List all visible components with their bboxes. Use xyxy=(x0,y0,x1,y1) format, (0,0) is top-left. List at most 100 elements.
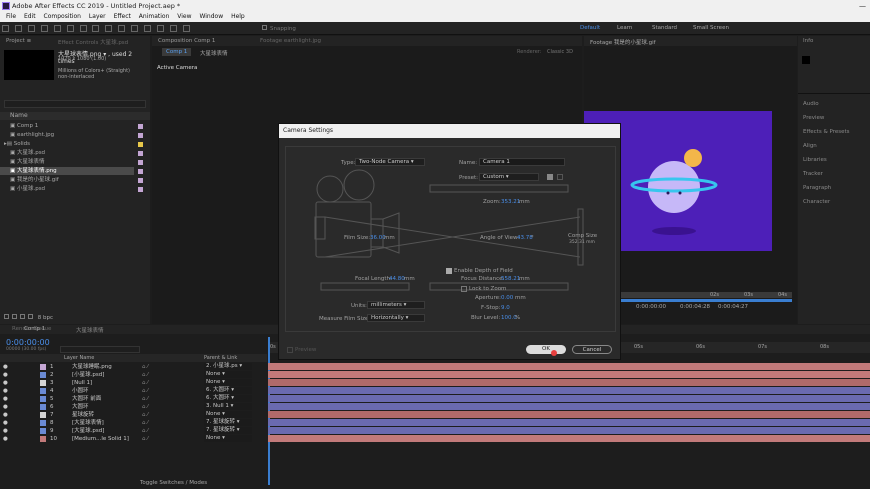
layer-name[interactable]: 大星球睡眠.png xyxy=(72,363,112,371)
layer-duration-bar[interactable] xyxy=(268,419,870,426)
footage-out-time[interactable]: 0:00:04:28 xyxy=(680,304,710,310)
project-item[interactable]: ▣ earthlight.jpg xyxy=(0,131,150,139)
layer-duration-bar[interactable] xyxy=(268,411,870,418)
layer-name[interactable]: 星球旋转 xyxy=(72,411,94,419)
toggle-switches-modes[interactable]: Toggle Switches / Modes xyxy=(140,480,207,486)
layer-switches[interactable]: ⌂ ⁄ xyxy=(142,427,148,435)
tab-timeline-comp-1[interactable]: Comp 1 xyxy=(24,326,45,332)
layer-row[interactable]: ● 2 [小星球.psd] ⌂ ⁄ None ▾ xyxy=(0,371,267,379)
layer-switches[interactable]: ⌂ ⁄ xyxy=(142,435,148,443)
measure-film-size-dropdown[interactable]: Horizontally ▾ xyxy=(367,314,425,322)
layer-duration-bar[interactable] xyxy=(268,379,870,386)
parent-dropdown[interactable]: 3. Null 1 ▾ xyxy=(204,403,252,410)
menu-view[interactable]: View xyxy=(177,13,191,20)
layer-label-color[interactable] xyxy=(40,428,46,434)
layer-switches[interactable]: ⌂ ⁄ xyxy=(142,379,148,387)
workspace-standard[interactable]: Standard xyxy=(652,25,677,31)
layer-label-color[interactable] xyxy=(40,388,46,394)
tab-effect-controls[interactable]: Effect Controls 大星球.psd xyxy=(58,38,128,46)
renderer-value[interactable]: Classic 3D xyxy=(547,49,573,55)
focal-length-value[interactable]: 44.80 xyxy=(389,276,405,282)
units-dropdown[interactable]: millimeters ▾ xyxy=(367,301,425,309)
new-comp-icon[interactable] xyxy=(20,314,25,319)
camera-tool-icon[interactable] xyxy=(66,25,74,32)
preset-dropdown[interactable]: Custom ▾ xyxy=(479,173,539,181)
layer-label-color[interactable] xyxy=(40,436,46,442)
cancel-button[interactable]: Cancel xyxy=(572,345,612,354)
label-swatch[interactable] xyxy=(138,142,143,147)
current-timecode[interactable]: 0:00:00:00 xyxy=(6,338,50,347)
project-search-input[interactable] xyxy=(4,100,146,108)
layer-switches[interactable]: ⌂ ⁄ xyxy=(142,419,148,427)
layer-duration-bar[interactable] xyxy=(268,395,870,402)
dof-checkbox[interactable] xyxy=(446,268,452,274)
layer-name-header[interactable]: Layer Name xyxy=(64,355,94,361)
menu-composition[interactable]: Composition xyxy=(44,13,81,20)
layer-row[interactable]: ● 5 大圆环 前面 ⌂ ⁄ 6. 大圆环 ▾ xyxy=(0,395,267,403)
parent-dropdown[interactable]: 7. 星球旋转 ▾ xyxy=(204,419,252,426)
hand-tool-icon[interactable] xyxy=(27,25,35,32)
tab-info[interactable]: Info xyxy=(803,38,813,44)
parent-link-header[interactable]: Parent & Link xyxy=(204,355,237,361)
project-item[interactable]: ▣ 小星球.psd xyxy=(0,185,150,193)
bpc-label[interactable]: 8 bpc xyxy=(38,315,53,321)
layer-name[interactable]: 大圆环 xyxy=(72,403,89,411)
footage-work-area[interactable] xyxy=(620,299,792,302)
save-preset-icon[interactable] xyxy=(547,174,553,180)
footage-duration[interactable]: 0:00:04:27 xyxy=(718,304,748,310)
layer-name[interactable]: [大星球表情] xyxy=(72,419,104,427)
fstop-value[interactable]: 9.0 xyxy=(501,305,510,311)
layer-label-color[interactable] xyxy=(40,372,46,378)
visibility-eye-icon[interactable]: ● xyxy=(3,403,8,411)
project-item[interactable]: ▣ 大星球表情 xyxy=(0,158,150,166)
label-swatch[interactable] xyxy=(138,133,143,138)
project-item[interactable]: ▣ 我是的小星球.gif xyxy=(0,176,150,184)
layer-label-color[interactable] xyxy=(40,380,46,386)
parent-dropdown[interactable]: None ▾ xyxy=(204,435,252,442)
layer-label-color[interactable] xyxy=(40,364,46,370)
parent-dropdown[interactable]: 2. 小星球.ps ▾ xyxy=(204,363,252,370)
zoom-tool-icon[interactable] xyxy=(40,25,48,32)
tab-project[interactable]: Project ≡ xyxy=(6,38,31,44)
camera-name-input[interactable]: Camera 1 xyxy=(479,158,565,166)
menu-layer[interactable]: Layer xyxy=(89,13,106,20)
parent-dropdown[interactable]: None ▾ xyxy=(204,371,252,378)
layer-switches[interactable]: ⌂ ⁄ xyxy=(142,411,148,419)
visibility-eye-icon[interactable]: ● xyxy=(3,435,8,443)
preview-checkbox[interactable] xyxy=(287,347,293,353)
type-tool-icon[interactable] xyxy=(118,25,126,32)
project-item[interactable]: ▸▤ Solids xyxy=(0,140,150,148)
tab-footage-gif[interactable]: Footage 我是的小星球.gif xyxy=(590,38,656,46)
ok-button[interactable]: OK xyxy=(526,345,566,354)
layer-duration-bar[interactable] xyxy=(268,403,870,410)
menu-help[interactable]: Help xyxy=(231,13,245,20)
interpret-footage-icon[interactable] xyxy=(4,314,9,319)
layer-name[interactable]: 大圆环 前面 xyxy=(72,395,101,403)
panel-libraries[interactable]: Libraries xyxy=(803,157,827,163)
parent-dropdown[interactable]: 6. 大圆环 ▾ xyxy=(204,387,252,394)
layer-name[interactable]: [Null 1] xyxy=(72,379,92,387)
mask-tool-icon[interactable] xyxy=(92,25,100,32)
puppet-tool-icon[interactable] xyxy=(182,25,190,32)
label-swatch[interactable] xyxy=(138,124,143,129)
visibility-eye-icon[interactable]: ● xyxy=(3,371,8,379)
layer-duration-bar[interactable] xyxy=(268,435,870,442)
layer-name[interactable]: [小星球.psd] xyxy=(72,371,104,379)
parent-dropdown[interactable]: 7. 星球旋转 ▾ xyxy=(204,427,252,434)
layer-name[interactable]: [大星球.psd] xyxy=(72,427,104,435)
subtab-comp-1[interactable]: Comp 1 xyxy=(162,48,192,56)
layer-duration-bar[interactable] xyxy=(268,371,870,378)
new-folder-icon[interactable] xyxy=(12,314,17,319)
label-swatch[interactable] xyxy=(138,151,143,156)
layer-row[interactable]: ● 1 大星球睡眠.png ⌂ ⁄ 2. 小星球.ps ▾ xyxy=(0,363,267,371)
label-swatch[interactable] xyxy=(138,187,143,192)
lock-to-zoom-checkbox[interactable] xyxy=(461,286,467,292)
layer-switches[interactable]: ⌂ ⁄ xyxy=(142,363,148,371)
trash-icon[interactable] xyxy=(28,314,33,319)
panel-paragraph[interactable]: Paragraph xyxy=(803,185,831,191)
visibility-eye-icon[interactable]: ● xyxy=(3,379,8,387)
project-item[interactable]: ▣ 大星球.psd xyxy=(0,149,150,157)
workspace-default[interactable]: Default xyxy=(580,25,600,31)
project-item[interactable]: ▣ Comp 1 xyxy=(0,122,150,130)
visibility-eye-icon[interactable]: ● xyxy=(3,411,8,419)
